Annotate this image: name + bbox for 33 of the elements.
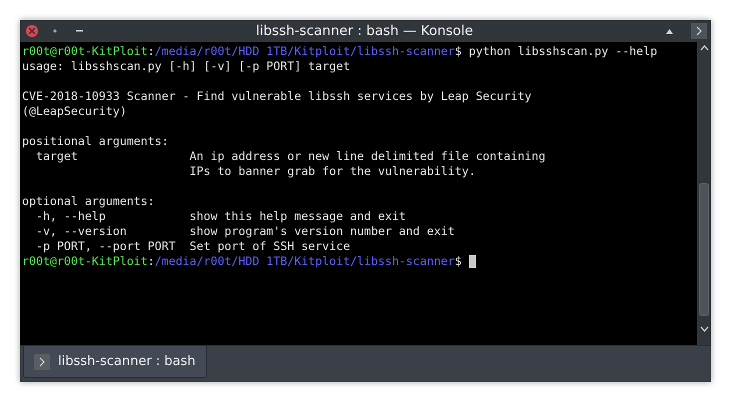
close-icon [29,28,35,34]
output-line: -p PORT, --port PORT Set port of SSH service [34,239,350,254]
text-cursor [468,255,476,268]
minimize-icon[interactable] [76,30,83,32]
prompt-user-host: r00t@r00t-KitPloit [22,44,148,59]
prompt-user-host: r00t@r00t-KitPloit [22,254,148,269]
menu-button[interactable] [691,23,707,39]
output-line: positional arguments: [22,134,169,149]
terminal-icon [34,354,50,370]
maximize-icon[interactable] [666,28,673,34]
prompt-symbol: $ [454,44,462,59]
scrollbar-thumb[interactable] [699,183,709,316]
scroll-down-icon[interactable] [700,326,708,332]
output-line: optional arguments: [22,194,155,209]
chevron-right-icon [696,26,702,36]
output-line: IPs to banner grab for the vulnerability. [188,164,476,179]
output-line: -v, --version show program's version number and exit [34,224,455,239]
scrollbar[interactable] [697,42,711,345]
output-line: (@LeapSecurity) [22,104,127,119]
prompt-symbol: $ [454,254,462,269]
output-line: target An ip address or new line delimited file containing [34,149,546,164]
prompt-path: /media/r00t/HDD 1TB/Kitploit/libssh-scanner [154,44,455,59]
prompt-path: /media/r00t/HDD 1TB/Kitploit/libssh-scanner [154,254,455,269]
terminal-tab[interactable]: libssh-scanner : bash [23,346,207,378]
close-button[interactable] [26,25,38,37]
prompt-separator: : [148,254,155,269]
output-line: CVE-2018-10933 Scanner - Find vulnerable libssh services by Leap Security [22,89,532,104]
command-text: python libsshscan.py --help [468,44,658,59]
prompt-separator: : [148,44,155,59]
output-line: -h, --help show this help message and exit [34,209,406,224]
output-line: usage: libsshscan.py [-h] [-v] [-p PORT] target [22,59,350,74]
scroll-up-icon[interactable] [700,45,708,51]
window-title: libssh-scanner : bash — Konsole [254,22,474,41]
